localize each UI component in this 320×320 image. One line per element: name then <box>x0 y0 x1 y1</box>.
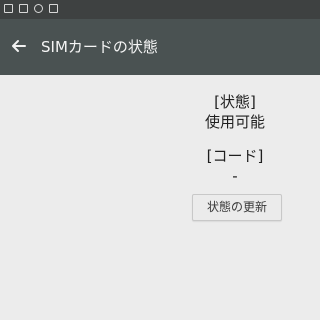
gallery-icon <box>49 4 58 13</box>
sim-icon <box>4 4 13 13</box>
refresh-status-button[interactable]: 状態の更新 <box>192 194 282 221</box>
app-bar: SIMカードの状態 <box>0 19 320 75</box>
arrow-left-icon[interactable] <box>10 37 28 55</box>
status-value: 使用可能 <box>204 113 265 131</box>
dual-sim-icon <box>19 4 28 13</box>
status-bar <box>0 0 320 19</box>
code-value: - <box>232 167 238 185</box>
sim-status-panel: [状態] 使用可能 [コード] - 状態の更新 <box>0 75 320 320</box>
page-title: SIMカードの状態 <box>41 38 158 56</box>
status-label: [状態] <box>214 93 256 111</box>
status-icons <box>4 4 58 13</box>
cast-icon <box>34 4 43 13</box>
code-label: [コード] <box>206 147 264 165</box>
